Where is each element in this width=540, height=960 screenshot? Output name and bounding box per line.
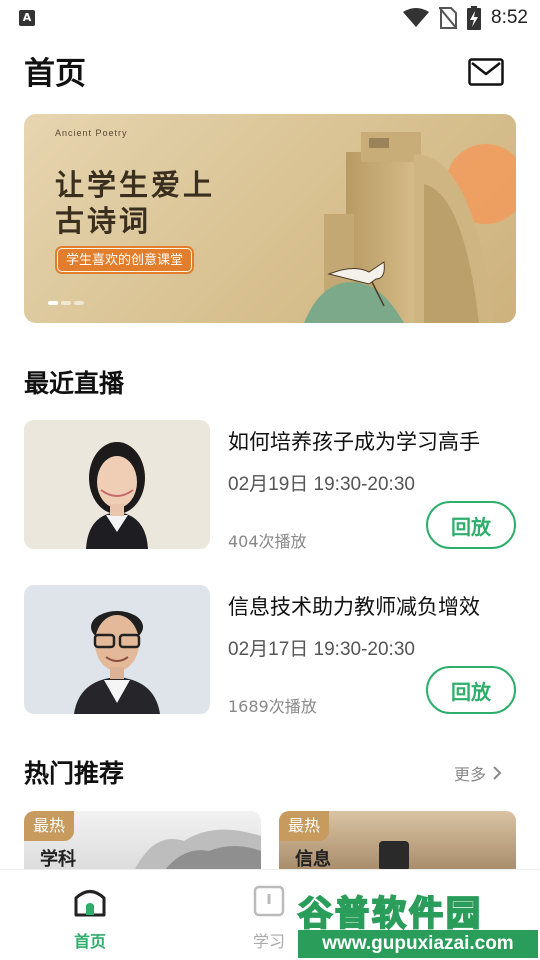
status-time: 8:52 [491, 7, 528, 28]
nav-label: 学习 [252, 932, 285, 951]
live-views: 404次播放 [228, 532, 307, 551]
more-link[interactable]: 更多 [454, 761, 502, 785]
carousel-indicator [48, 301, 84, 305]
watermark-title: 谷普软件园 [297, 893, 483, 935]
status-icons: 8:52 [403, 6, 528, 30]
live-thumbnail [24, 585, 210, 714]
live-time: 02月17日 19:30-20:30 [228, 639, 415, 660]
carousel-dot[interactable] [74, 301, 84, 305]
status-bar: A 8:52 [0, 0, 540, 36]
page-title: 首页 [24, 56, 86, 92]
mail-icon [468, 58, 504, 86]
section-title-recent-live: 最近直播 [24, 369, 125, 398]
presenter-photo [24, 420, 210, 549]
battery-charging-icon [467, 6, 482, 30]
chevron-right-icon [493, 766, 502, 780]
banner-subtitle: Ancient Poetry [55, 128, 128, 138]
more-label: 更多 [454, 765, 487, 784]
banner-title-line2: 古诗词 [55, 204, 152, 238]
notification-a-icon: A [19, 10, 35, 26]
hot-badge: 最热 [24, 811, 75, 841]
hot-card[interactable]: 最热 学科 [24, 811, 261, 871]
hot-card[interactable]: 最热 信息 [279, 811, 516, 871]
hot-caption: 学科 [40, 849, 76, 870]
replay-button[interactable]: 回放 [426, 666, 516, 714]
hot-badge: 最热 [279, 811, 330, 841]
study-icon [253, 885, 285, 917]
live-time: 02月19日 19:30-20:30 [228, 474, 415, 495]
presenter-photo [24, 585, 210, 714]
replay-button[interactable]: 回放 [426, 501, 516, 549]
nav-item-home[interactable]: 首页 [50, 884, 130, 952]
watermark: 谷普软件园 www.gupuxiazai.com [296, 884, 540, 960]
watermark-url: www.gupuxiazai.com [298, 930, 538, 958]
wifi-icon [403, 8, 430, 27]
section-title-hot: 热门推荐 [24, 759, 125, 788]
hot-caption: 信息 [295, 849, 331, 870]
carousel-dot[interactable] [61, 301, 71, 305]
live-item[interactable]: 信息技术助力教师减负增效 02月17日 19:30-20:30 1689次播放 … [24, 585, 516, 716]
no-sim-icon [439, 7, 458, 29]
live-views: 1689次播放 [228, 697, 317, 716]
nav-label: 首页 [73, 932, 106, 951]
banner-carousel[interactable]: Ancient Poetry 让学生爱上 古诗词 学生喜欢的创意课堂 [24, 114, 516, 323]
mail-button[interactable] [468, 58, 504, 86]
live-item[interactable]: 如何培养孩子成为学习高手 02月19日 19:30-20:30 404次播放 回… [24, 420, 516, 551]
live-thumbnail [24, 420, 210, 549]
banner-tag: 学生喜欢的创意课堂 [57, 248, 193, 272]
live-title: 信息技术助力教师减负增效 [228, 595, 480, 619]
carousel-dot[interactable] [48, 301, 58, 305]
live-title: 如何培养孩子成为学习高手 [228, 430, 480, 454]
home-icon [74, 890, 106, 917]
